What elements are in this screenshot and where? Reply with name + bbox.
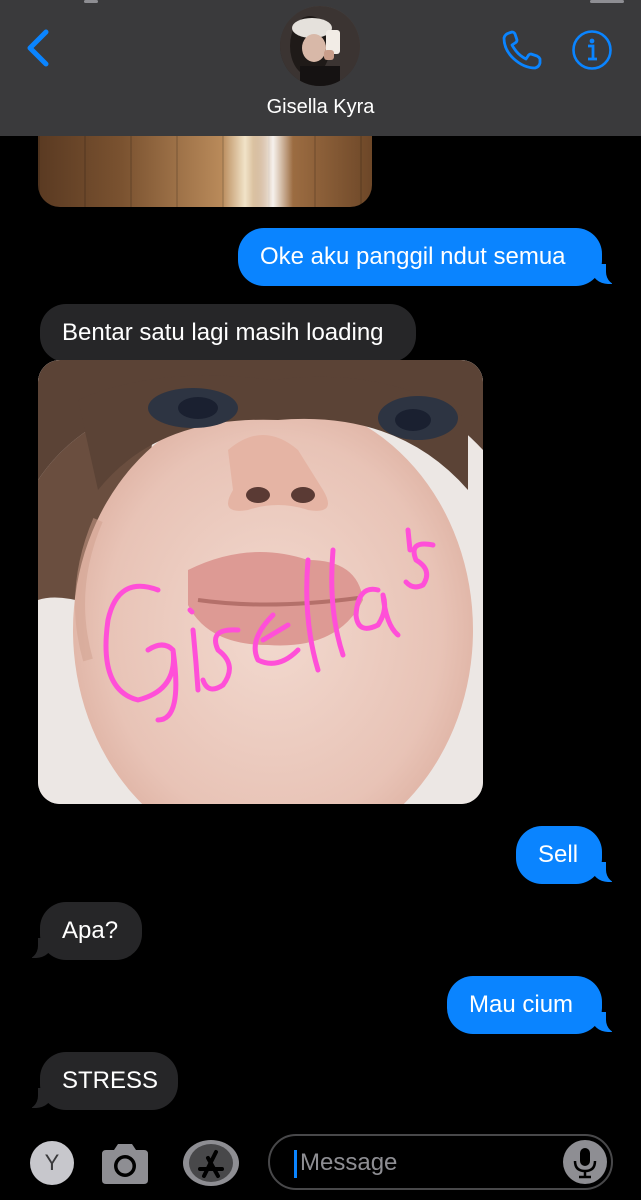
message-input[interactable]: Message	[268, 1134, 613, 1190]
back-button[interactable]	[22, 28, 58, 68]
portrait-photo	[38, 360, 483, 804]
messages-screen: Oke aku panggil ndut semua Bentar satu l…	[0, 0, 641, 1200]
conversation-header: Gisella Kyra	[0, 0, 641, 136]
received-image-portrait[interactable]	[38, 360, 483, 804]
bubble-tail	[592, 262, 622, 286]
bubble-tail	[592, 860, 622, 884]
sent-message-bubble[interactable]: Oke aku panggil ndut semua	[238, 228, 602, 286]
received-message-bubble[interactable]: Apa?	[40, 902, 142, 960]
phone-icon	[502, 30, 542, 70]
chevron-left-icon	[27, 29, 49, 67]
bubble-tail	[22, 936, 52, 960]
contact-name[interactable]: Gisella Kyra	[0, 96, 641, 119]
message-input-bar: Y Message	[0, 1130, 641, 1200]
message-text: Oke aku panggil ndut semua	[260, 243, 566, 270]
message-text: STRESS	[62, 1067, 159, 1094]
message-placeholder: Message	[300, 1149, 398, 1176]
y-app-label: Y	[44, 1150, 60, 1175]
received-message-bubble[interactable]: STRESS	[40, 1052, 178, 1110]
message-text: Bentar satu lagi masih loading	[62, 319, 384, 346]
contact-avatar[interactable]	[280, 6, 360, 86]
message-text: Apa?	[62, 917, 119, 944]
bubble-tail	[592, 1010, 622, 1034]
info-icon	[572, 30, 612, 70]
app-store-icon	[183, 1140, 239, 1186]
y-app-button[interactable]: Y	[30, 1141, 74, 1185]
avatar-photo	[280, 6, 360, 86]
sent-message-bubble[interactable]: Sell	[516, 826, 602, 884]
microphone-icon	[573, 1148, 597, 1179]
camera-icon	[102, 1144, 148, 1184]
app-store-button[interactable]	[182, 1138, 240, 1188]
camera-button[interactable]	[98, 1138, 152, 1188]
message-text: Mau cium	[469, 991, 574, 1018]
status-bar-fragment	[84, 0, 98, 3]
call-button[interactable]	[500, 28, 544, 72]
text-cursor	[294, 1150, 297, 1178]
info-button[interactable]	[571, 29, 613, 71]
message-text: Sell	[538, 841, 579, 868]
status-bar-fragment	[590, 0, 624, 3]
dictation-button[interactable]	[563, 1140, 607, 1184]
bubble-tail	[22, 1086, 52, 1110]
sent-message-bubble[interactable]: Mau cium	[447, 976, 602, 1034]
received-message-bubble[interactable]: Bentar satu lagi masih loading	[40, 304, 416, 362]
